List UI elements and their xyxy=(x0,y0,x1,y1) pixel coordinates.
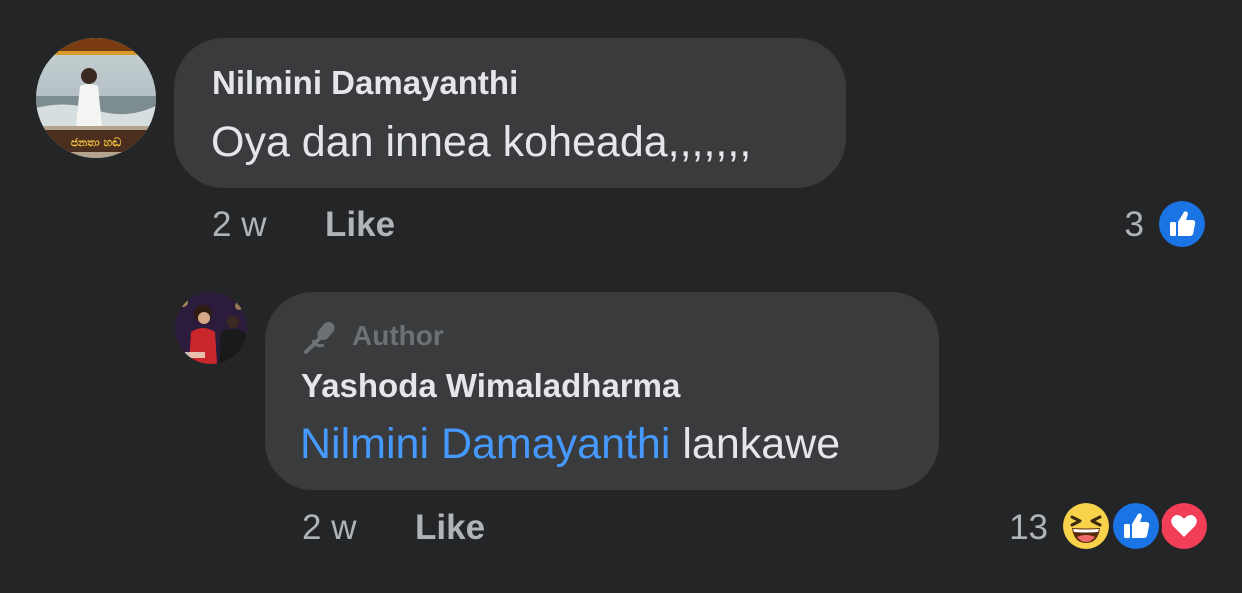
reply-text-body: lankawe xyxy=(670,420,841,468)
avatar-caption: ජනතා හඬ xyxy=(71,136,122,149)
comment-author-name[interactable]: Nilmini Damayanthi xyxy=(212,64,518,102)
reply-author-avatar-image xyxy=(175,292,247,364)
haha-icon[interactable] xyxy=(1060,500,1112,552)
comment-text: Oya dan innea koheada,,,,,,, xyxy=(211,118,752,166)
reply-reaction-count[interactable]: 13 xyxy=(990,508,1048,548)
reply-author-name[interactable]: Yashoda Wimaladharma xyxy=(301,367,680,405)
reply-timestamp[interactable]: 2 w xyxy=(302,508,356,548)
commenter-avatar-image: ජනතා හඬ xyxy=(36,38,156,158)
reply-author-avatar[interactable] xyxy=(175,292,247,364)
commenter-avatar[interactable]: ජනතා හඬ xyxy=(36,38,156,158)
comment-timestamp[interactable]: 2 w xyxy=(212,205,266,245)
comment-like-button[interactable]: Like xyxy=(325,205,395,245)
love-icon[interactable] xyxy=(1158,500,1210,552)
like-icon[interactable] xyxy=(1110,500,1162,552)
microphone-icon xyxy=(304,321,335,354)
like-icon[interactable] xyxy=(1156,198,1208,250)
comment-reaction-count[interactable]: 3 xyxy=(1100,205,1144,245)
mention-link[interactable]: Nilmini Damayanthi xyxy=(300,420,670,468)
author-badge-label: Author xyxy=(352,320,444,351)
reply-text: Nilmini Damayanthi lankawe xyxy=(300,420,840,469)
reply-like-button[interactable]: Like xyxy=(415,508,485,548)
